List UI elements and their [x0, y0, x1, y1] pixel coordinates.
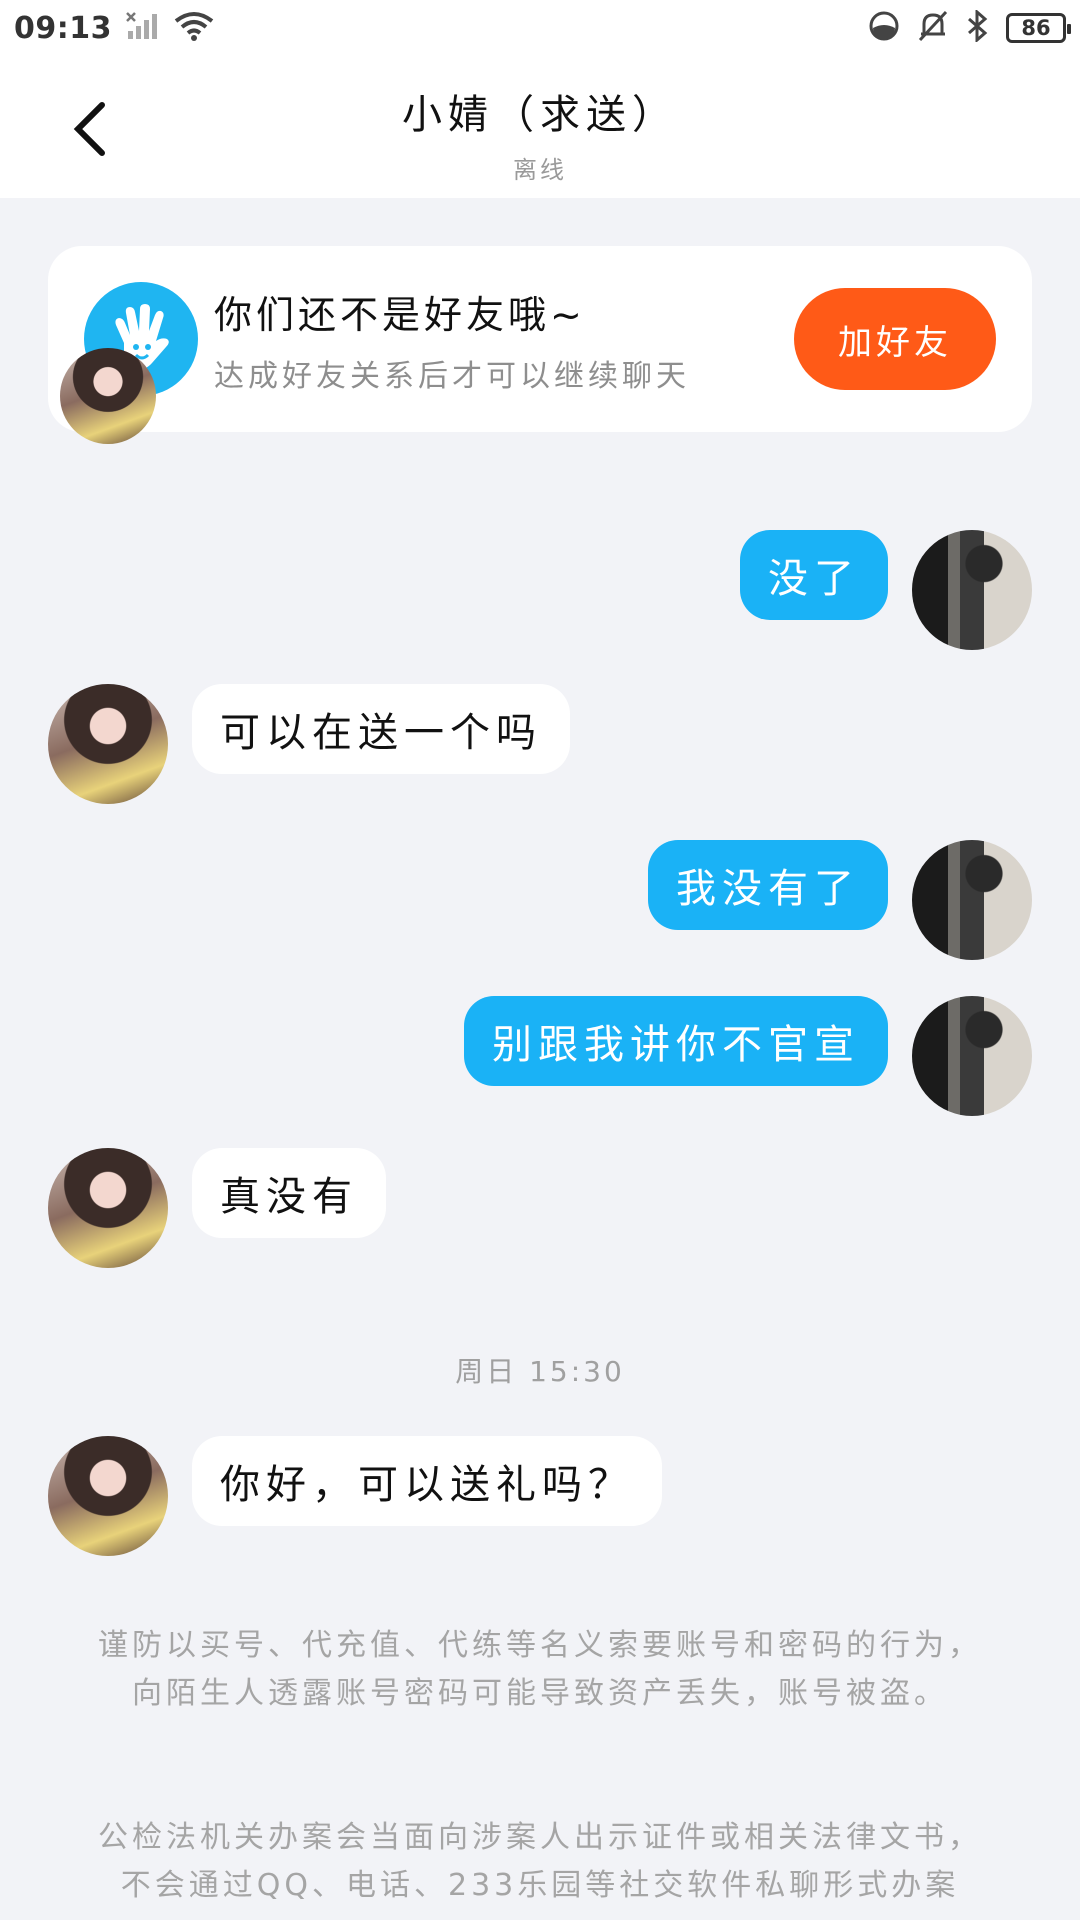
avatar[interactable]: [60, 348, 156, 444]
avatar[interactable]: [48, 1436, 168, 1556]
friend-text: 你们还不是好友哦~ 达成好友关系后才可以继续聊天: [214, 284, 690, 395]
status-time: 09:13: [14, 10, 112, 46]
wifi-icon: [174, 11, 214, 45]
avatar[interactable]: [48, 1148, 168, 1268]
message-bubble-outgoing[interactable]: 别跟我讲你不官宣: [464, 996, 888, 1086]
security-notice: 公检法机关办案会当面向涉案人出示证件或相关法律文书，不会通过QQ、电话、233乐…: [98, 1820, 982, 1903]
message-bubble-incoming[interactable]: 你好，可以送礼吗？: [192, 1436, 662, 1526]
security-notice: 谨防以买号、代充值、代练等名义索要账号和密码的行为，向陌生人透露账号密码可能导致…: [98, 1628, 982, 1711]
friend-card-title: 你们还不是好友哦~: [214, 292, 586, 337]
status-left-icons: [126, 11, 214, 45]
message-bubble-outgoing[interactable]: 没了: [740, 530, 888, 620]
chat-area[interactable]: 没了 可以在送一个吗 我没有了 别跟我讲你不官宣 真没有 周日 15:30 你好…: [0, 348, 1080, 1920]
avatar[interactable]: [48, 684, 168, 804]
contact-name[interactable]: 小婧（求送）: [0, 82, 1080, 140]
status-bar: 09:13 86: [0, 0, 1080, 56]
message-bubble-outgoing[interactable]: 我没有了: [648, 840, 888, 930]
battery-icon: 86: [1006, 13, 1071, 43]
add-friend-button[interactable]: 加好友: [794, 288, 996, 390]
message-bubble-incoming[interactable]: 真没有: [192, 1148, 386, 1238]
half-moon-icon: [868, 10, 900, 46]
signal-icon: [126, 11, 162, 45]
bluetooth-icon: [966, 8, 988, 46]
avatar[interactable]: [912, 996, 1032, 1116]
avatar[interactable]: [912, 530, 1032, 650]
online-status: 离线: [513, 156, 567, 184]
avatar[interactable]: [912, 840, 1032, 960]
title-wrap: 小婧（求送） 离线: [0, 82, 1080, 185]
timestamp: 周日 15:30: [455, 1355, 625, 1388]
status-right-icons: 86: [868, 8, 1071, 46]
bell-off-icon: [918, 10, 948, 46]
not-friend-card: 你们还不是好友哦~ 达成好友关系后才可以继续聊天 加好友: [48, 246, 1032, 432]
chat-header: 小婧（求送） 离线: [0, 56, 1080, 198]
message-bubble-incoming[interactable]: 可以在送一个吗: [192, 684, 570, 774]
friend-card-desc: 达成好友关系后才可以继续聊天: [214, 358, 690, 394]
